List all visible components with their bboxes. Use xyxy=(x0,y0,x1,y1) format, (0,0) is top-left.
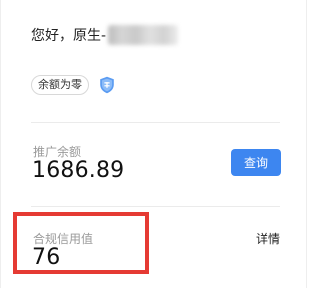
account-tags: 余额为零 xyxy=(31,75,115,95)
query-button[interactable]: 查询 xyxy=(231,149,281,176)
section-divider xyxy=(31,206,280,207)
details-link[interactable]: 详情 xyxy=(256,230,280,247)
section-divider xyxy=(31,122,280,123)
greeting-text: 您好，原生- xyxy=(31,28,107,44)
greeting-row: 您好，原生- xyxy=(31,24,179,46)
account-summary-card: 您好，原生- 余额为零 推广余额 1686.89 查询 合规信用值 76 详情 xyxy=(0,0,307,288)
shield-icon xyxy=(100,76,114,94)
balance-status-badge: 余额为零 xyxy=(31,75,89,95)
compliance-credit-value: 76 xyxy=(32,245,61,270)
masked-username xyxy=(108,25,179,45)
promotion-balance-value: 1686.89 xyxy=(32,158,125,183)
